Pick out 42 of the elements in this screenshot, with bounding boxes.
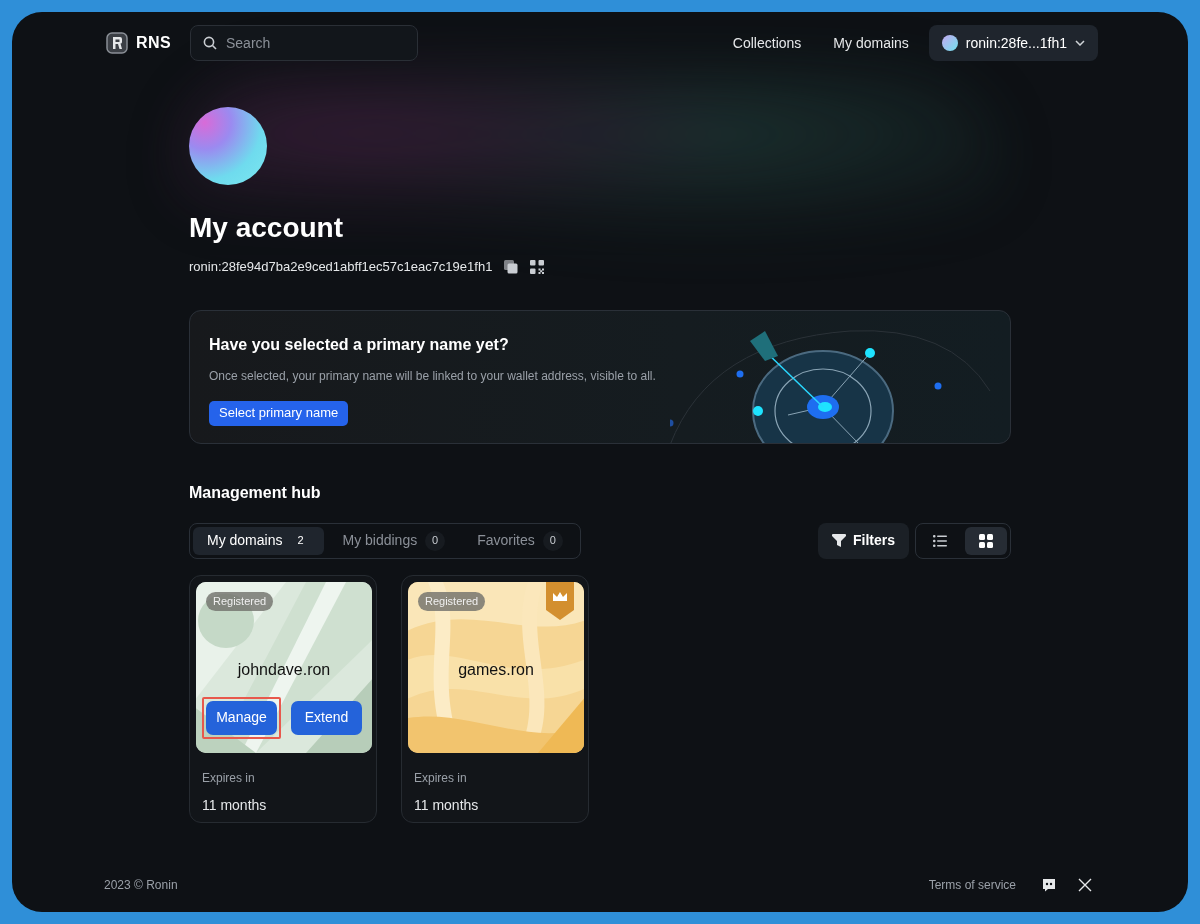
tab-count: 0 <box>542 530 563 551</box>
search-icon <box>203 36 217 50</box>
nav-link[interactable]: My domains <box>817 32 925 54</box>
domain-card[interactable]: Registered games.ron Expires in 11 months <box>401 574 589 823</box>
logo-text: RNS <box>136 33 171 53</box>
action-button[interactable]: Extend <box>291 700 362 735</box>
nav-link[interactable]: Collections <box>716 32 818 54</box>
tab[interactable]: My biddings 0 <box>328 526 460 555</box>
section-title: Management hub <box>189 482 322 503</box>
banner-title: Have you selected a primary name yet? <box>209 334 510 355</box>
domain-name: games.ron <box>457 659 535 680</box>
tab-count: 0 <box>425 530 446 551</box>
wallet-address: ronin:28fe94d7ba2e9ced1abff1ec57c1eac7c19e1fh1 <box>189 258 493 276</box>
select-primary-name-button[interactable]: Select primary name <box>209 400 349 426</box>
copy-icon[interactable] <box>504 259 519 274</box>
qr-code-icon[interactable] <box>530 259 545 274</box>
chat-icon[interactable] <box>1042 878 1056 892</box>
copyright: 2023 © Ronin <box>104 877 178 894</box>
caret-icon <box>1075 40 1085 46</box>
expires-label: Expires in <box>201 769 256 787</box>
expires-value: 11 months <box>413 795 480 815</box>
filter-icon <box>832 533 846 548</box>
view-button[interactable] <box>965 526 1007 555</box>
domain-card[interactable]: Registered johndave.ron Manage Extend Expires in 11 months <box>189 574 377 823</box>
expires-value: 11 months <box>201 795 268 815</box>
x-icon[interactable] <box>1078 878 1092 892</box>
tab[interactable]: My domains 2 <box>193 526 325 555</box>
banner-text: Once selected, your primary name will be linked to your wallet address, visible to all. <box>209 367 657 385</box>
action-button[interactable]: Manage <box>206 700 277 735</box>
expires-label: Expires in <box>413 769 468 787</box>
logo-icon <box>106 32 128 54</box>
avatar-icon <box>941 35 958 51</box>
filters-button[interactable]: Filters <box>818 522 909 559</box>
footer-link[interactable]: Terms of service <box>928 876 1016 894</box>
grid-icon <box>979 533 993 548</box>
tab[interactable]: Favorites 0 <box>463 526 577 555</box>
list-icon <box>933 534 947 547</box>
page-title: My account <box>189 211 345 245</box>
domain-name: johndave.ron <box>236 659 332 680</box>
search-field[interactable]: Search <box>190 25 418 61</box>
account-button[interactable]: ronin:28fe...1fh1 <box>928 25 1098 61</box>
tab-count: 2 <box>296 533 305 549</box>
